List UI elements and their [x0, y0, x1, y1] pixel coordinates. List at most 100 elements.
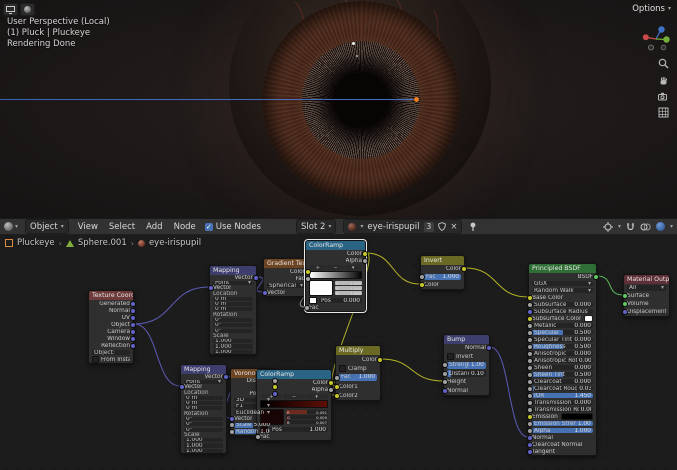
- ramp-control-button[interactable]: ▾: [306, 394, 328, 399]
- socket[interactable]: [527, 407, 533, 413]
- stop-position-field[interactable]: Pos0.000: [319, 298, 362, 303]
- pan-hand-icon[interactable]: [658, 75, 669, 86]
- subsurface[interactable]: Subsurface0.000: [529, 301, 596, 308]
- socket[interactable]: [442, 371, 448, 377]
- anisotropic-rotation[interactable]: Anisotropic Rotation0.000: [529, 357, 596, 364]
- clearcoat[interactable]: Clearcoat0.000: [529, 378, 596, 385]
- sheen-tint[interactable]: Sheen Tint0.500: [529, 371, 596, 378]
- options-button[interactable]: Options ▾: [632, 4, 671, 14]
- clearcoat-roughness[interactable]: Clearcoat Roughness0.030: [529, 385, 596, 392]
- principled-bsdf[interactable]: Principled BSDFBSDFGGX▾Random Walk▾Base …: [528, 263, 597, 456]
- socket[interactable]: [527, 372, 533, 378]
- material-users-count[interactable]: 3: [424, 222, 435, 232]
- color-swatch[interactable]: [561, 413, 593, 420]
- channel-slider[interactable]: R1.000: [335, 281, 362, 285]
- socket[interactable]: [130, 322, 136, 328]
- uv[interactable]: UV: [89, 314, 133, 321]
- bump-title[interactable]: Bump: [444, 335, 489, 344]
- channel-slider[interactable]: G1.000: [335, 286, 362, 290]
- overlays-icon[interactable]: [640, 222, 651, 232]
- use-nodes-checkbox[interactable]: ✓ Use Nodes: [205, 222, 261, 232]
- socket[interactable]: [419, 282, 425, 288]
- socket[interactable]: [527, 337, 533, 343]
- generated[interactable]: Generated: [89, 300, 133, 307]
- pos[interactable]: Pos0.000: [306, 297, 365, 304]
- socket[interactable]: [328, 387, 334, 393]
- object[interactable]: Object:: [89, 349, 133, 356]
- socket[interactable]: [527, 309, 533, 315]
- value-slider[interactable]: Randomness1.000: [234, 429, 272, 434]
- field-row[interactable]: 1.000: [210, 349, 256, 354]
- principled-bsdf-title[interactable]: Principled BSDF: [529, 264, 596, 273]
- socket[interactable]: [527, 302, 533, 308]
- dropdown[interactable]: GGX▾: [532, 281, 593, 286]
- socket[interactable]: [527, 344, 533, 350]
- value-slider[interactable]: IOR1.450: [532, 393, 593, 398]
- socket[interactable]: [130, 315, 136, 321]
- navigation-gizmo[interactable]: [641, 24, 671, 54]
- clearcoat-normal[interactable]: Clearcoat Normal: [529, 441, 596, 448]
- dropdown[interactable]: Euclidean▾: [234, 410, 272, 415]
- color2[interactable]: Color2: [336, 391, 380, 400]
- node-editor-canvas[interactable]: Pluckeye › Sphere.001 › eye-irispupil Te…: [0, 235, 677, 470]
- material-name[interactable]: eye-irispupil: [367, 222, 419, 232]
- strength[interactable]: Strength1.000: [444, 361, 489, 370]
- dropdown[interactable]: Point▾: [213, 281, 253, 285]
- color-ramp-gradient[interactable]: [309, 271, 362, 279]
- color[interactable]: Color: [306, 250, 365, 257]
- socket[interactable]: [622, 301, 628, 307]
- specular[interactable]: Specular0.500: [529, 329, 596, 336]
- shader-type-dropdown[interactable]: Object ▾: [25, 219, 69, 234]
- socket[interactable]: [130, 329, 136, 335]
- channel-slider[interactable]: B1.000: [335, 291, 362, 295]
- value-slider[interactable]: Metallic0.000: [532, 323, 593, 328]
- socket[interactable]: [305, 276, 311, 282]
- socket[interactable]: [527, 435, 533, 441]
- texture-coordinate[interactable]: Texture CoordinateGeneratedNormalUVObjec…: [88, 290, 134, 364]
- editor-type-icon-button[interactable]: [3, 3, 18, 16]
- socket[interactable]: [229, 416, 235, 422]
- random-walk[interactable]: Random Walk▾: [529, 287, 596, 294]
- snap-target-icon[interactable]: [603, 222, 613, 232]
- normal[interactable]: Normal: [444, 344, 489, 353]
- subsurface-radius[interactable]: Subsurface Radius: [529, 308, 596, 315]
- value-slider[interactable]: Distance0.100: [447, 370, 486, 377]
- channel-slider[interactable]: G0.009: [286, 415, 328, 419]
- color-swatch[interactable]: [584, 315, 593, 322]
- socket[interactable]: [229, 422, 235, 428]
- value-field[interactable]: Object:: [92, 350, 130, 355]
- value-slider[interactable]: Anisotropic Rotation0.000: [532, 358, 593, 363]
- menu-node[interactable]: Node: [172, 222, 198, 232]
- mapping-bottom[interactable]: MappingVectorPoint▾VectorLocation0 m0 m0…: [180, 364, 227, 454]
- value-field[interactable]: 0°: [213, 318, 253, 322]
- ramp-control-button[interactable]: −: [283, 394, 305, 399]
- alpha[interactable]: Alpha1.000: [529, 427, 596, 434]
- value-slider[interactable]: Subsurface0.000: [532, 302, 593, 307]
- volume[interactable]: Volume: [624, 300, 669, 308]
- value-slider[interactable]: Specular Tint0.000: [532, 337, 593, 342]
- socket[interactable]: [377, 357, 383, 363]
- 3d-viewport[interactable]: User Perspective (Local) (1) Pluck | Plu…: [0, 0, 677, 218]
- color[interactable]: Color: [336, 355, 380, 364]
- value-field[interactable]: 0 m: [213, 297, 253, 301]
- dropdown[interactable]: F1▾: [234, 404, 272, 409]
- window[interactable]: Window: [89, 335, 133, 342]
- anisotropic[interactable]: Anisotropic0.000: [529, 350, 596, 357]
- multiply-title[interactable]: Multiply: [336, 346, 380, 355]
- field-row[interactable]: 1.000: [181, 448, 226, 453]
- socket[interactable]: [527, 351, 533, 357]
- socket[interactable]: [527, 379, 533, 385]
- camera[interactable]: Camera: [89, 328, 133, 335]
- socket[interactable]: [527, 295, 533, 301]
- value-slider[interactable]: Emission Strength1.000: [532, 421, 593, 426]
- mapping-bottom-title[interactable]: Mapping: [181, 365, 226, 374]
- ramp-control-button[interactable]: −: [327, 265, 344, 270]
- value-slider[interactable]: Fac1.000: [424, 274, 461, 280]
- socket[interactable]: [442, 362, 448, 368]
- mapping-top-title[interactable]: Mapping: [210, 266, 256, 275]
- normal[interactable]: Normal: [444, 387, 489, 396]
- stop-swatch[interactable]: [309, 297, 317, 304]
- value-field[interactable]: 0 m: [213, 302, 253, 306]
- socket[interactable]: [593, 274, 599, 280]
- browse-material-icon[interactable]: ▾: [360, 224, 363, 230]
